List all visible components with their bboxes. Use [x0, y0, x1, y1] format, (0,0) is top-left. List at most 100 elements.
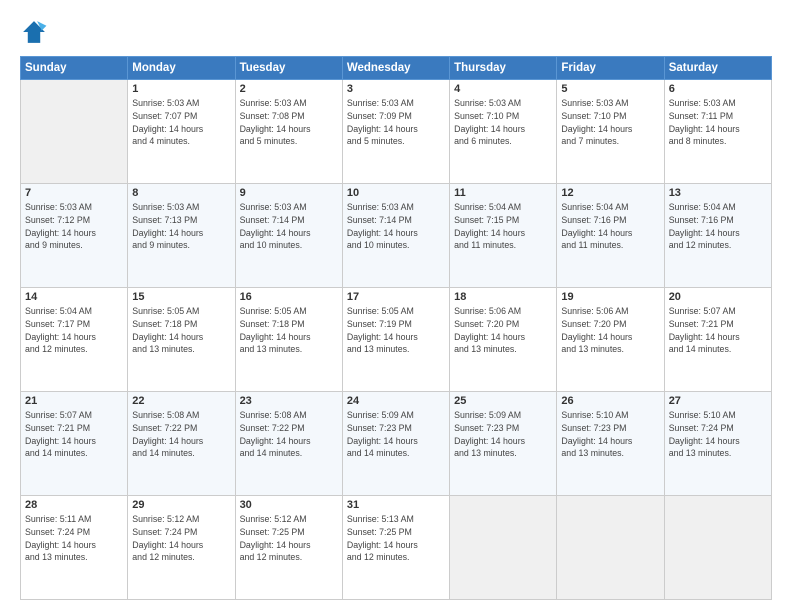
day-info: Sunrise: 5:10 AM Sunset: 7:23 PM Dayligh… [561, 409, 659, 460]
calendar-cell: 28Sunrise: 5:11 AM Sunset: 7:24 PM Dayli… [21, 496, 128, 600]
day-number: 17 [347, 291, 445, 303]
day-number: 30 [240, 499, 338, 511]
day-info: Sunrise: 5:06 AM Sunset: 7:20 PM Dayligh… [561, 305, 659, 356]
weekday-header-saturday: Saturday [664, 57, 771, 80]
day-info: Sunrise: 5:12 AM Sunset: 7:25 PM Dayligh… [240, 513, 338, 564]
day-number: 31 [347, 499, 445, 511]
calendar-cell: 23 Sunrise: 5:08 AM Sunset: 7:22 PM Dayli… [235, 392, 342, 496]
day-number: 29 [132, 499, 230, 511]
weekday-header-wednesday: Wednesday [342, 57, 449, 80]
weekday-header-tuesday: Tuesday [235, 57, 342, 80]
day-info: Sunrise: 5:07 AM Sunset: 7:21 PM Dayligh… [669, 305, 767, 356]
day-number: 11 [454, 187, 552, 199]
day-number: 20 [669, 291, 767, 303]
day-info: Sunrise: 5:04 AM Sunset: 7:16 PM Dayligh… [669, 201, 767, 252]
weekday-header-monday: Monday [128, 57, 235, 80]
day-info: Sunrise: 5:03 AM Sunset: 7:08 PM Dayligh… [240, 97, 338, 148]
calendar-cell: 11 Sunrise: 5:04 AM Sunset: 7:15 PM Dayli… [450, 184, 557, 288]
day-number: 3 [347, 83, 445, 95]
day-info: Sunrise: 5:03 AM Sunset: 7:14 PM Dayligh… [240, 201, 338, 252]
day-number: 25 [454, 395, 552, 407]
day-number: 13 [669, 187, 767, 199]
logo-icon [20, 18, 48, 46]
day-info: Sunrise: 5:10 AM Sunset: 7:24 PM Dayligh… [669, 409, 767, 460]
day-number: 15 [132, 291, 230, 303]
logo [20, 18, 52, 46]
calendar-cell: 26 Sunrise: 5:10 AM Sunset: 7:23 PM Dayli… [557, 392, 664, 496]
day-info: Sunrise: 5:03 AM Sunset: 7:10 PM Dayligh… [561, 97, 659, 148]
day-number: 8 [132, 187, 230, 199]
day-number: 1 [132, 83, 230, 95]
day-number: 23 [240, 395, 338, 407]
day-number: 9 [240, 187, 338, 199]
day-info: Sunrise: 5:04 AM Sunset: 7:15 PM Dayligh… [454, 201, 552, 252]
day-info: Sunrise: 5:03 AM Sunset: 7:09 PM Dayligh… [347, 97, 445, 148]
calendar-week-3: 14Sunrise: 5:04 AM Sunset: 7:17 PM Dayli… [21, 288, 772, 392]
calendar-cell: 13 Sunrise: 5:04 AM Sunset: 7:16 PM Dayli… [664, 184, 771, 288]
calendar-cell: 24Sunrise: 5:09 AM Sunset: 7:23 PM Dayli… [342, 392, 449, 496]
day-number: 22 [132, 395, 230, 407]
day-number: 12 [561, 187, 659, 199]
calendar-cell: 31Sunrise: 5:13 AM Sunset: 7:25 PM Dayli… [342, 496, 449, 600]
day-info: Sunrise: 5:05 AM Sunset: 7:18 PM Dayligh… [132, 305, 230, 356]
calendar-cell: 14Sunrise: 5:04 AM Sunset: 7:17 PM Dayli… [21, 288, 128, 392]
calendar-cell: 3 Sunrise: 5:03 AM Sunset: 7:09 PM Daylig… [342, 80, 449, 184]
calendar-cell: 19Sunrise: 5:06 AM Sunset: 7:20 PM Dayli… [557, 288, 664, 392]
day-info: Sunrise: 5:06 AM Sunset: 7:20 PM Dayligh… [454, 305, 552, 356]
day-info: Sunrise: 5:03 AM Sunset: 7:14 PM Dayligh… [347, 201, 445, 252]
day-number: 4 [454, 83, 552, 95]
weekday-header-thursday: Thursday [450, 57, 557, 80]
day-info: Sunrise: 5:08 AM Sunset: 7:22 PM Dayligh… [132, 409, 230, 460]
calendar-cell: 7 Sunrise: 5:03 AM Sunset: 7:12 PM Daylig… [21, 184, 128, 288]
page: SundayMondayTuesdayWednesdayThursdayFrid… [0, 0, 792, 612]
day-number: 18 [454, 291, 552, 303]
calendar-cell [664, 496, 771, 600]
day-number: 2 [240, 83, 338, 95]
day-number: 28 [25, 499, 123, 511]
day-number: 26 [561, 395, 659, 407]
day-info: Sunrise: 5:03 AM Sunset: 7:13 PM Dayligh… [132, 201, 230, 252]
calendar-cell: 22 Sunrise: 5:08 AM Sunset: 7:22 PM Dayli… [128, 392, 235, 496]
day-info: Sunrise: 5:05 AM Sunset: 7:19 PM Dayligh… [347, 305, 445, 356]
calendar-cell: 30 Sunrise: 5:12 AM Sunset: 7:25 PM Dayli… [235, 496, 342, 600]
day-number: 27 [669, 395, 767, 407]
calendar-week-1: 1 Sunrise: 5:03 AM Sunset: 7:07 PM Daylig… [21, 80, 772, 184]
day-info: Sunrise: 5:03 AM Sunset: 7:07 PM Dayligh… [132, 97, 230, 148]
day-info: Sunrise: 5:04 AM Sunset: 7:16 PM Dayligh… [561, 201, 659, 252]
weekday-row: SundayMondayTuesdayWednesdayThursdayFrid… [21, 57, 772, 80]
calendar-cell: 9 Sunrise: 5:03 AM Sunset: 7:14 PM Daylig… [235, 184, 342, 288]
calendar-week-5: 28Sunrise: 5:11 AM Sunset: 7:24 PM Dayli… [21, 496, 772, 600]
calendar-cell [21, 80, 128, 184]
calendar-cell [450, 496, 557, 600]
calendar-cell: 20 Sunrise: 5:07 AM Sunset: 7:21 PM Dayli… [664, 288, 771, 392]
day-number: 21 [25, 395, 123, 407]
calendar-cell: 27 Sunrise: 5:10 AM Sunset: 7:24 PM Dayli… [664, 392, 771, 496]
weekday-header-friday: Friday [557, 57, 664, 80]
day-info: Sunrise: 5:12 AM Sunset: 7:24 PM Dayligh… [132, 513, 230, 564]
calendar-cell: 2 Sunrise: 5:03 AM Sunset: 7:08 PM Daylig… [235, 80, 342, 184]
day-info: Sunrise: 5:04 AM Sunset: 7:17 PM Dayligh… [25, 305, 123, 356]
day-number: 16 [240, 291, 338, 303]
day-info: Sunrise: 5:09 AM Sunset: 7:23 PM Dayligh… [347, 409, 445, 460]
calendar-cell: 18 Sunrise: 5:06 AM Sunset: 7:20 PM Dayli… [450, 288, 557, 392]
calendar-header: SundayMondayTuesdayWednesdayThursdayFrid… [21, 57, 772, 80]
day-info: Sunrise: 5:07 AM Sunset: 7:21 PM Dayligh… [25, 409, 123, 460]
weekday-header-sunday: Sunday [21, 57, 128, 80]
day-info: Sunrise: 5:03 AM Sunset: 7:10 PM Dayligh… [454, 97, 552, 148]
day-info: Sunrise: 5:08 AM Sunset: 7:22 PM Dayligh… [240, 409, 338, 460]
day-number: 7 [25, 187, 123, 199]
day-info: Sunrise: 5:05 AM Sunset: 7:18 PM Dayligh… [240, 305, 338, 356]
calendar-cell: 4 Sunrise: 5:03 AM Sunset: 7:10 PM Daylig… [450, 80, 557, 184]
day-info: Sunrise: 5:03 AM Sunset: 7:12 PM Dayligh… [25, 201, 123, 252]
calendar-cell [557, 496, 664, 600]
calendar-body: 1 Sunrise: 5:03 AM Sunset: 7:07 PM Daylig… [21, 80, 772, 600]
calendar-cell: 1 Sunrise: 5:03 AM Sunset: 7:07 PM Daylig… [128, 80, 235, 184]
calendar-cell: 5Sunrise: 5:03 AM Sunset: 7:10 PM Daylig… [557, 80, 664, 184]
calendar-cell: 8 Sunrise: 5:03 AM Sunset: 7:13 PM Daylig… [128, 184, 235, 288]
day-info: Sunrise: 5:09 AM Sunset: 7:23 PM Dayligh… [454, 409, 552, 460]
calendar-week-2: 7 Sunrise: 5:03 AM Sunset: 7:12 PM Daylig… [21, 184, 772, 288]
day-number: 10 [347, 187, 445, 199]
calendar-cell: 25 Sunrise: 5:09 AM Sunset: 7:23 PM Dayli… [450, 392, 557, 496]
calendar-cell: 16 Sunrise: 5:05 AM Sunset: 7:18 PM Dayli… [235, 288, 342, 392]
calendar-cell: 12 Sunrise: 5:04 AM Sunset: 7:16 PM Dayli… [557, 184, 664, 288]
